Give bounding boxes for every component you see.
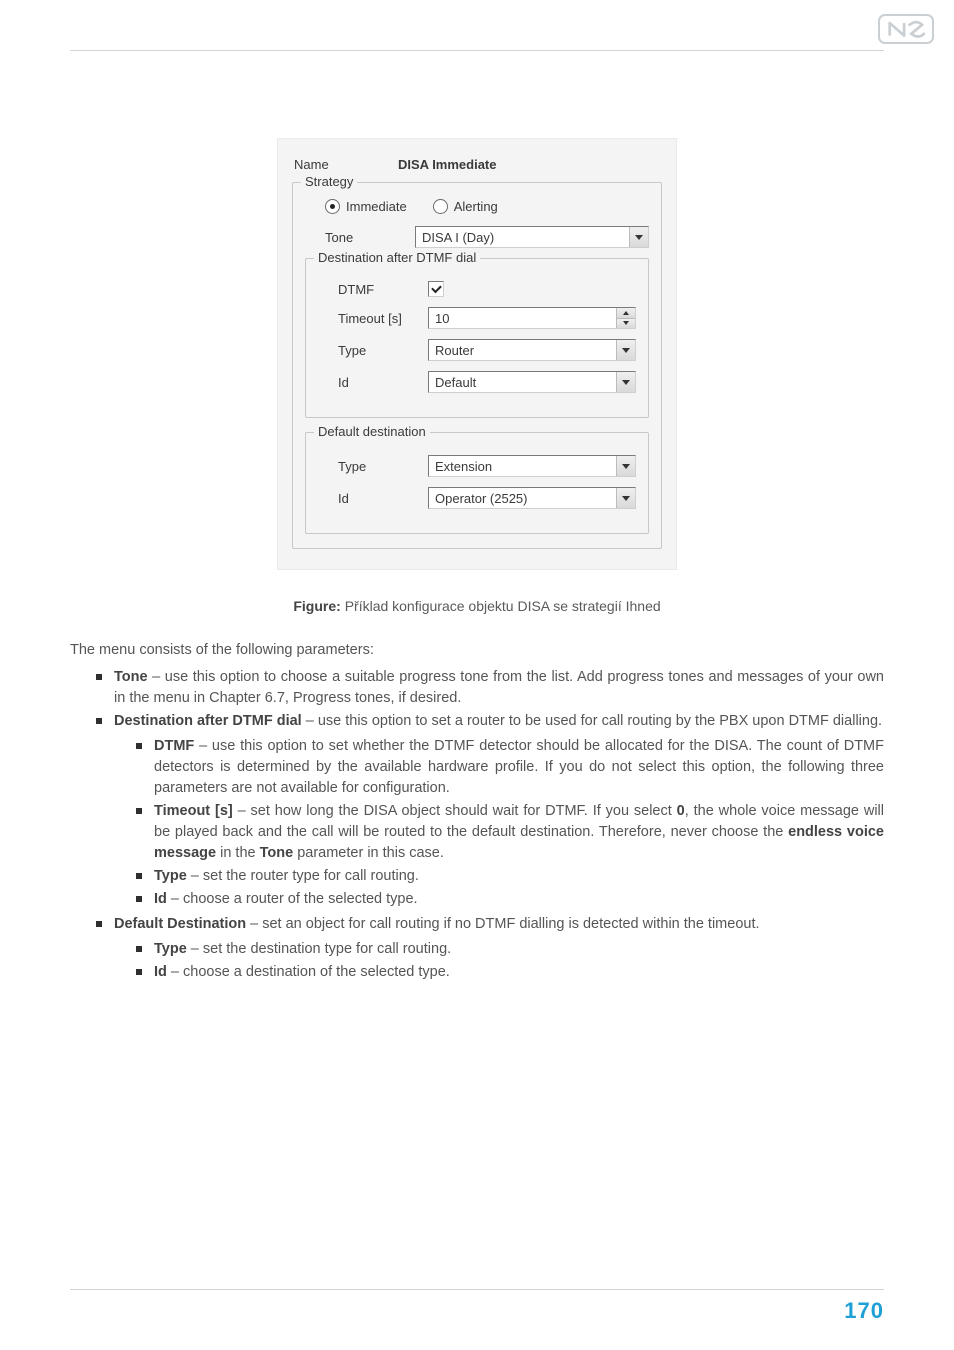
item-text: in the: [216, 845, 260, 861]
page-number: 170: [844, 1298, 884, 1323]
strategy-fieldset: Strategy Immediate Alerting Tone DISA I …: [292, 182, 662, 549]
dtmf-legend: Destination after DTMF dial: [314, 250, 480, 265]
item-heading: Type: [154, 941, 187, 957]
dd-id-label: Id: [318, 491, 428, 506]
item-bold: Tone: [260, 845, 294, 861]
list-item: Timeout [s] – set how long the DISA obje…: [154, 801, 884, 864]
list-item: DTMF – use this option to set whether th…: [154, 736, 884, 799]
dd-id-row: Id Operator (2525): [318, 487, 636, 509]
stepper-down-icon[interactable]: [617, 318, 635, 329]
intro-text: The menu consists of the following param…: [70, 640, 884, 661]
item-heading: DTMF: [154, 738, 194, 754]
dd-type-label: Type: [318, 459, 428, 474]
strategy-legend: Strategy: [301, 174, 357, 189]
stepper-up-icon[interactable]: [617, 308, 635, 318]
header-separator: [70, 50, 884, 51]
chevron-down-icon: [616, 488, 635, 508]
page: Name DISA Immediate Strategy Immediate A…: [0, 0, 954, 1350]
radio-alerting[interactable]: Alerting: [433, 199, 498, 214]
name-value: DISA Immediate: [398, 157, 662, 172]
timeout-label: Timeout [s]: [318, 311, 428, 326]
dtmf-id-row: Id Default: [318, 371, 636, 393]
dtmf-type-row: Type Router: [318, 339, 636, 361]
item-heading: Tone: [114, 669, 148, 685]
dtmf-id-select[interactable]: Default: [428, 371, 636, 393]
footer: 170: [70, 1289, 884, 1324]
dd-id-value: Operator (2525): [435, 491, 528, 506]
item-text: – set how long the DISA object should wa…: [233, 803, 677, 819]
tone-label: Tone: [305, 230, 415, 245]
radio-icon: [325, 199, 340, 214]
item-heading: Type: [154, 868, 187, 884]
list-item: Type – set the router type for call rout…: [154, 866, 884, 887]
dd-id-select[interactable]: Operator (2525): [428, 487, 636, 509]
list-item: Type – set the destination type for call…: [154, 939, 884, 960]
strategy-radio-row: Immediate Alerting: [325, 199, 649, 214]
list-item: Id – choose a destination of the selecte…: [154, 962, 884, 983]
tone-select-value: DISA I (Day): [422, 230, 494, 245]
item-heading: Timeout [s]: [154, 803, 233, 819]
dd-type-value: Extension: [435, 459, 492, 474]
item-text: – choose a router of the selected type.: [167, 891, 418, 907]
radio-alerting-label: Alerting: [454, 199, 498, 214]
dtmf-type-value: Router: [435, 343, 474, 358]
timeout-stepper[interactable]: 10: [428, 307, 636, 329]
dtmf-type-label: Type: [318, 343, 428, 358]
figure-caption: Figure: Příklad konfigurace objektu DISA…: [70, 598, 884, 614]
list-item: Default Destination – set an object for …: [114, 914, 884, 983]
item-heading: Id: [154, 964, 167, 980]
item-heading: Id: [154, 891, 167, 907]
parameter-sublist: DTMF – use this option to set whether th…: [114, 736, 884, 910]
dtmf-id-value: Default: [435, 375, 476, 390]
chevron-down-icon: [616, 372, 635, 392]
brand-logo: [878, 14, 934, 44]
item-text: – set an object for call routing if no D…: [246, 916, 759, 932]
timeout-row: Timeout [s] 10: [318, 307, 636, 329]
item-text: – set the router type for call routing.: [187, 868, 419, 884]
dd-type-select[interactable]: Extension: [428, 455, 636, 477]
dtmf-id-label: Id: [318, 375, 428, 390]
stepper-buttons: [616, 308, 635, 328]
chevron-down-icon: [616, 340, 635, 360]
chevron-down-icon: [629, 227, 648, 247]
radio-icon: [433, 199, 448, 214]
figure-caption-text: Příklad konfigurace objektu DISA se stra…: [345, 598, 661, 614]
item-text: – use this option to set whether the DTM…: [154, 738, 884, 796]
default-destination-legend: Default destination: [314, 424, 430, 439]
radio-immediate[interactable]: Immediate: [325, 199, 407, 214]
dtmf-checkbox[interactable]: [428, 281, 444, 297]
timeout-value: 10: [429, 308, 616, 328]
item-heading: Default Destination: [114, 916, 246, 932]
parameter-sublist: Type – set the destination type for call…: [114, 939, 884, 983]
item-text: – use this option to set a router to be …: [302, 713, 882, 729]
default-destination-fieldset: Default destination Type Extension Id: [305, 432, 649, 534]
name-label: Name: [292, 157, 398, 172]
item-bold: 0: [677, 803, 685, 819]
list-item: Id – choose a router of the selected typ…: [154, 889, 884, 910]
item-text: – set the destination type for call rout…: [187, 941, 451, 957]
name-row: Name DISA Immediate: [292, 157, 662, 172]
item-text: parameter in this case.: [293, 845, 444, 861]
chevron-down-icon: [616, 456, 635, 476]
dtmf-fieldset: Destination after DTMF dial DTMF Timeout…: [305, 258, 649, 418]
tone-select[interactable]: DISA I (Day): [415, 226, 649, 248]
item-text: – choose a destination of the selected t…: [167, 964, 450, 980]
item-text: – use this option to choose a suitable p…: [114, 669, 884, 706]
tone-row: Tone DISA I (Day): [305, 226, 649, 248]
disa-config-panel: Name DISA Immediate Strategy Immediate A…: [277, 138, 677, 570]
dtmf-label: DTMF: [318, 282, 428, 297]
figure-caption-prefix: Figure:: [293, 598, 344, 614]
dtmf-row: DTMF: [318, 281, 636, 297]
dd-type-row: Type Extension: [318, 455, 636, 477]
list-item: Tone – use this option to choose a suita…: [114, 667, 884, 709]
body-text: The menu consists of the following param…: [70, 640, 884, 983]
parameter-list: Tone – use this option to choose a suita…: [70, 667, 884, 983]
item-heading: Destination after DTMF dial: [114, 713, 302, 729]
dtmf-type-select[interactable]: Router: [428, 339, 636, 361]
radio-immediate-label: Immediate: [346, 199, 407, 214]
list-item: Destination after DTMF dial – use this o…: [114, 711, 884, 910]
